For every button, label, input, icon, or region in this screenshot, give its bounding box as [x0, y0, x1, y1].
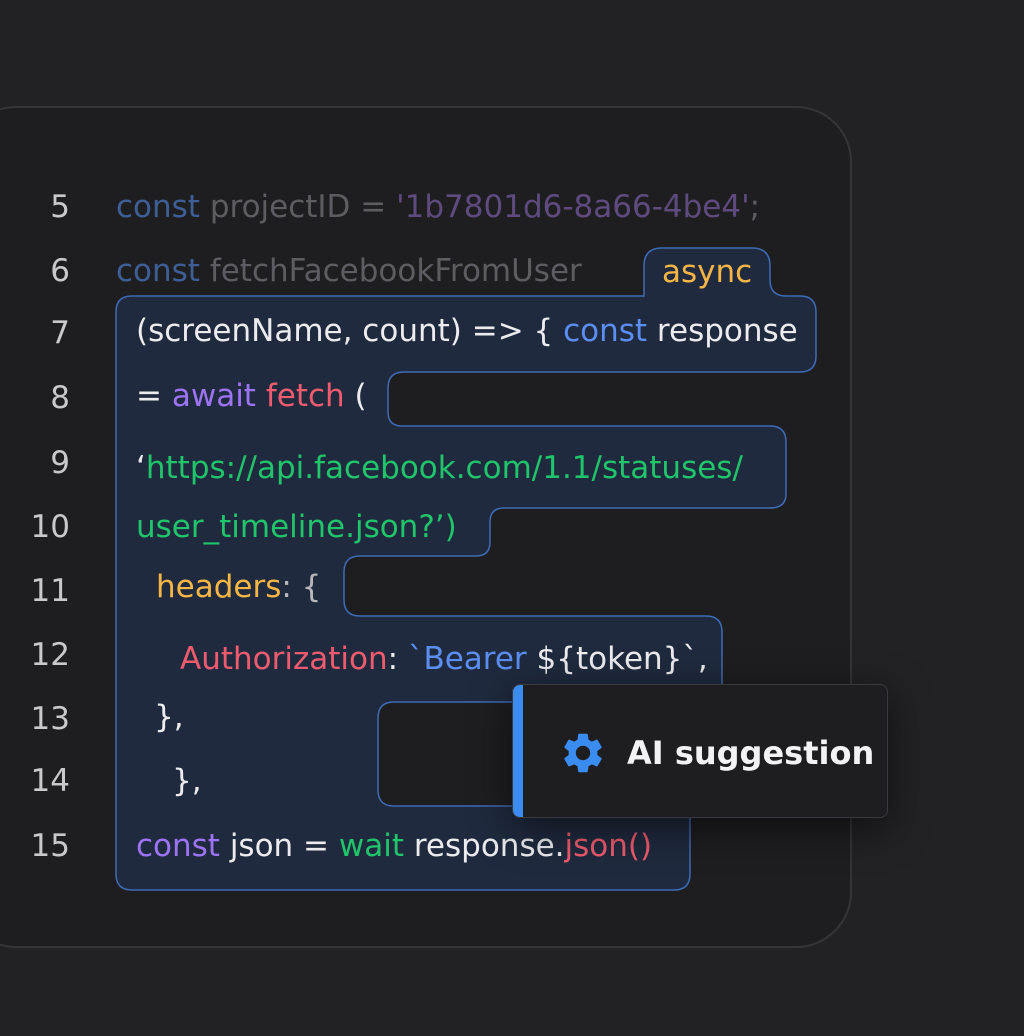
ai-suggestion-label: AI suggestion: [627, 734, 875, 772]
code-token: (screenName, count) => {: [136, 313, 564, 349]
line-number: 6: [50, 253, 70, 289]
code-line-13[interactable]: },: [154, 697, 184, 737]
code-line-11[interactable]: headers: {: [156, 567, 321, 607]
code-line-14[interactable]: },: [172, 761, 202, 801]
code-token: =: [136, 378, 172, 414]
code-token: fetch: [265, 378, 345, 414]
line-number: 10: [30, 509, 70, 545]
code-token: const: [116, 253, 200, 289]
code-token: headers: [156, 569, 282, 605]
code-line-10[interactable]: user_timeline.json?’): [136, 507, 457, 547]
code-token: const: [136, 828, 220, 864]
line-number: 7: [50, 315, 70, 351]
line-number: 13: [30, 701, 70, 737]
code-line-9[interactable]: ‘https://api.facebook.com/1.1/statuses/: [136, 448, 743, 488]
code-token: json =: [219, 828, 339, 864]
code-token: projectID =: [199, 189, 397, 225]
line-number: 5: [50, 189, 70, 225]
code-line-7[interactable]: (screenName, count) => { const response: [136, 311, 798, 351]
code-line-8[interactable]: = await fetch (: [136, 376, 367, 416]
code-token: ;: [749, 189, 761, 225]
code-line-6[interactable]: const fetchFacebookFromUser: [116, 251, 582, 291]
code-token: response: [647, 313, 798, 349]
code-token: response.: [404, 828, 565, 864]
code-token: : {: [281, 569, 322, 605]
code-token: :: [387, 641, 408, 677]
code-token: wait: [338, 828, 405, 864]
code-token: user_timeline.json?’): [136, 509, 457, 545]
code-token: ${token}`,: [526, 641, 708, 677]
code-token: const: [563, 313, 648, 349]
code-token: `Bearer: [407, 641, 527, 677]
code-token: json(): [564, 828, 653, 864]
ai-suggestion-popup[interactable]: AI suggestion: [512, 684, 888, 818]
code-token: },: [172, 763, 202, 799]
line-number: 12: [30, 637, 70, 673]
line-number: 8: [50, 380, 70, 416]
async-keyword-badge: async: [662, 254, 753, 290]
code-token: },: [154, 699, 184, 735]
code-token: ‘: [136, 450, 146, 486]
line-number: 15: [30, 828, 70, 864]
line-number: 14: [30, 763, 70, 799]
line-number: 11: [30, 573, 70, 609]
code-token: https://api.facebook.com/1.1/statuses/: [145, 450, 743, 486]
code-token: await: [171, 378, 256, 414]
code-token: '1b7801d6-8a66-4be4': [396, 189, 750, 225]
code-token: Authorization: [180, 641, 388, 677]
code-token: fetchFacebookFromUser: [199, 253, 582, 289]
line-number: 9: [50, 445, 70, 481]
code-line-12[interactable]: Authorization: `Bearer ${token}`,: [180, 639, 708, 679]
code-line-5[interactable]: const projectID = '1b7801d6-8a66-4be4';: [116, 187, 760, 227]
code-token: (: [344, 378, 367, 414]
popup-accent-bar: [513, 685, 523, 817]
gear-icon: [564, 733, 602, 773]
code-line-15[interactable]: const json = wait response.json(): [136, 826, 652, 866]
code-token: const: [116, 189, 200, 225]
